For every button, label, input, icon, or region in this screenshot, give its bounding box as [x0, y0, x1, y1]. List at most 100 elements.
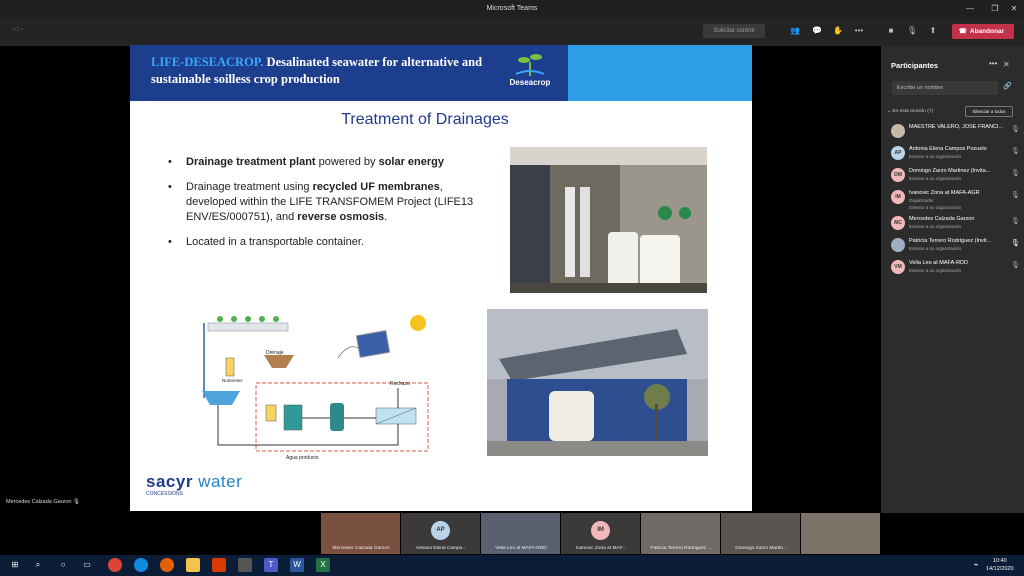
diagram-label-rechazo: Rechazo — [390, 381, 410, 387]
avatar: IM — [891, 190, 905, 204]
meeting-count: En esta reunión (7) — [892, 109, 934, 114]
teams-icon[interactable]: T — [264, 558, 278, 572]
sprout-icon — [515, 54, 545, 76]
mic-off-icon[interactable]: 🎙 — [1011, 217, 1020, 225]
system-clock[interactable]: 10:40 14/12/2020 — [986, 557, 1014, 573]
cortana-icon[interactable]: ○ — [56, 558, 70, 572]
participant-status: Externo a su organización — [909, 154, 962, 159]
mic-off-icon[interactable]: 🎙 — [1011, 191, 1020, 199]
task-view-icon[interactable]: ▭ — [80, 558, 94, 572]
mute-all-button[interactable]: Silenciar a todos — [965, 106, 1013, 117]
participant-item[interactable]: AP Antonia Elena Campos Pozuelo Externo … — [889, 144, 1020, 166]
word-icon[interactable]: W — [290, 558, 304, 572]
diagram-label-nutrientes: Nutrientes — [222, 378, 243, 383]
acrobat-icon[interactable] — [212, 558, 226, 572]
sacyr-brand: sacyr — [146, 472, 193, 491]
maximize-icon[interactable]: ❐ — [985, 0, 1005, 18]
video-tile[interactable]: Patricia Terrero Rodríguez ... — [641, 513, 720, 554]
mic-off-icon[interactable]: 🎙 — [1011, 147, 1020, 155]
panel-close-icon[interactable]: ✕ — [1003, 60, 1010, 69]
excel-icon[interactable]: X — [316, 558, 330, 572]
edge-icon[interactable] — [134, 558, 148, 572]
participant-name: MAESTRE VALERO, JOSÉ FRANCI... — [909, 124, 1004, 130]
video-tile-name: Domingo Zarzo Martin... — [735, 546, 787, 551]
video-tile-name: Vella Leo at MAFA-RDD — [495, 546, 547, 551]
clock-time: 10:40 — [992, 558, 1007, 564]
close-icon[interactable]: ✕ — [1004, 0, 1024, 18]
camera-icon[interactable]: ■ — [884, 24, 898, 38]
participant-status: Externo a su organización — [909, 205, 962, 210]
participant-role: Organizador — [909, 198, 934, 203]
slide-heading: Treatment of Drainages — [341, 111, 509, 128]
more-options-icon[interactable]: ••• — [852, 24, 866, 38]
meeting-count-label[interactable]: ⌄ En esta reunión (7) — [887, 109, 933, 114]
video-tile[interactable]: Mercedes Calzada Garzon — [321, 513, 400, 554]
bullet-text: powered by — [315, 156, 379, 168]
leave-button[interactable]: ☎ Abandonar — [952, 24, 1014, 39]
participants-icon[interactable]: 👥 — [788, 24, 802, 38]
avatar — [891, 238, 905, 252]
bullet-bold: Drainage treatment plant — [186, 156, 316, 168]
mic-off-icon[interactable]: 🎙 — [1011, 125, 1020, 133]
mic-on-icon[interactable]: 🎙 — [1011, 239, 1020, 247]
link-icon[interactable]: 🔗 — [1003, 82, 1012, 90]
participant-name: Vella Leo at MAFA-RDD — [909, 260, 968, 266]
video-tile[interactable]: IM Ivanovic Zona at MAF... — [561, 513, 640, 554]
video-tile[interactable]: Domingo Zarzo Martin... — [721, 513, 800, 554]
mic-off-icon[interactable]: 🎙 — [1011, 169, 1020, 177]
mic-off-icon[interactable]: 🎙 — [1011, 261, 1020, 269]
participant-name: Ivanovic Zona at MAFA-AGR — [909, 190, 980, 196]
participant-status: Externo a su organización — [909, 246, 962, 251]
avatar — [891, 124, 905, 138]
container-solar-photo — [487, 309, 708, 456]
project-name: LIFE-DESEACROP. — [151, 55, 264, 69]
file-explorer-icon[interactable] — [186, 558, 200, 572]
participant-item[interactable]: MAESTRE VALERO, JOSÉ FRANCI... 🎙 — [889, 122, 1020, 144]
presenter-label: Mercedes Calzada Garzon — [6, 499, 72, 505]
mic-icon[interactable]: 🎙 — [905, 24, 919, 38]
treatment-diagram: Drenaje Nutrientes Rechazo Agua producto — [198, 313, 438, 463]
chat-icon[interactable]: 💬 — [810, 24, 824, 38]
slide-banner-title: LIFE-DESEACROP. Desalinated seawater for… — [151, 54, 491, 88]
video-tile-name: Mercedes Calzada Garzon — [332, 546, 390, 551]
participant-item[interactable]: DM Domingo Zarzo Martinez (Invita... Ext… — [889, 166, 1020, 188]
request-control-button[interactable]: Solicitar control — [703, 24, 765, 38]
raise-hand-icon[interactable]: ✋ — [831, 24, 845, 38]
banner-accent — [560, 45, 752, 101]
participant-item[interactable]: VM Vella Leo at MAFA-RDD Externo a su or… — [889, 258, 1020, 280]
phone-hangup-icon: ☎ — [958, 28, 967, 35]
participant-status: Externo a su organización — [909, 268, 962, 273]
video-tile[interactable]: AP Antonia Elena Campo... — [401, 513, 480, 554]
panel-more-icon[interactable]: ••• — [989, 59, 997, 68]
video-tile-name: Antonia Elena Campo... — [415, 546, 467, 551]
invite-input[interactable]: Escribe un nombre — [892, 81, 998, 95]
search-icon[interactable]: ⌕ — [31, 558, 45, 572]
share-screen-icon[interactable]: ⬆ — [926, 24, 940, 38]
participant-item[interactable]: Patricia Terrero Rodríguez (Invit... Ext… — [889, 236, 1020, 258]
network-icon[interactable]: ⌁ — [970, 558, 982, 572]
firefox-icon[interactable] — [160, 558, 174, 572]
video-tile[interactable]: Vella Leo at MAFA-RDD — [481, 513, 560, 554]
start-icon[interactable]: ⊞ — [8, 558, 22, 572]
app-icon[interactable] — [238, 558, 252, 572]
meeting-toolbar: ··:·· Solicitar control 👥 💬 ✋ ••• ■ 🎙 ⬆ … — [0, 18, 1024, 46]
shared-slide: LIFE-DESEACROP. Desalinated seawater for… — [130, 45, 752, 511]
participant-status: Externo a su organización — [909, 176, 962, 181]
container-interior-photo — [510, 147, 707, 293]
bullet-bold: reverse osmosis — [297, 211, 385, 223]
bullet-bold: recycled UF membranes — [312, 181, 440, 193]
participant-item[interactable]: MC Mercedes Calzada Garzon Externo a su … — [889, 214, 1020, 236]
minimize-icon[interactable]: — — [960, 0, 980, 18]
avatar: VM — [891, 260, 905, 274]
bullet-item: Drainage treatment plant powered by sola… — [168, 155, 488, 170]
participant-status: Externo a su organización — [909, 224, 962, 229]
chrome-icon[interactable] — [108, 558, 122, 572]
participant-item[interactable]: IM Ivanovic Zona at MAFA-AGR Organizador… — [889, 188, 1020, 214]
video-tile[interactable] — [801, 513, 880, 554]
logo-text: Deseacrop — [509, 78, 551, 87]
panel-title: Participantes — [891, 61, 939, 70]
bullet-list: Drainage treatment plant powered by sola… — [168, 155, 488, 260]
avatar: DM — [891, 168, 905, 182]
sacyr-water: water — [192, 472, 243, 491]
presenter-name: Mercedes Calzada Garzon 🎙 — [6, 499, 80, 505]
